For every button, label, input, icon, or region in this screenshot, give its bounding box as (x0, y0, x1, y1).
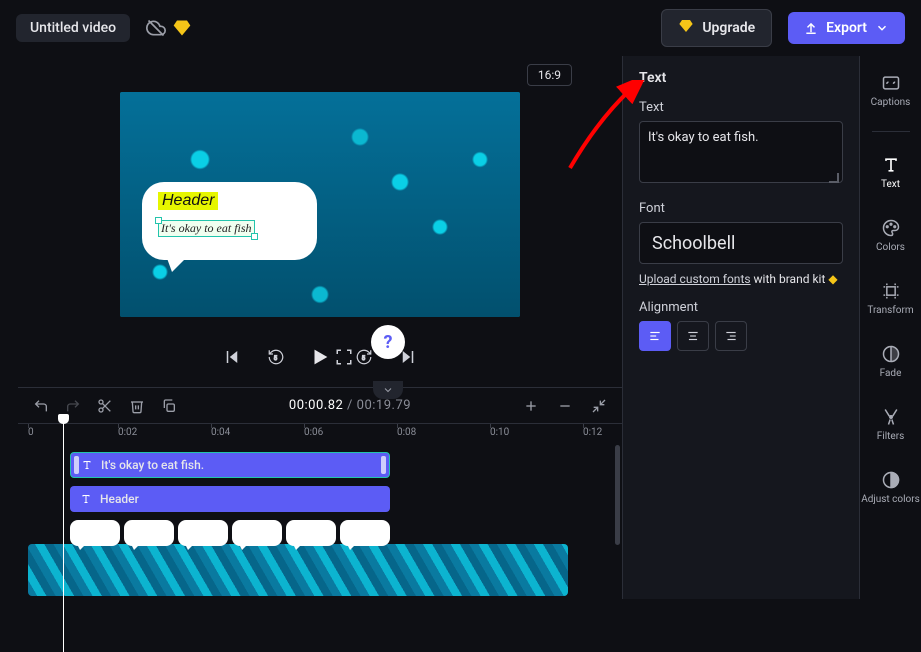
scrollbar[interactable] (615, 445, 620, 545)
contrast-icon (881, 470, 901, 490)
clip-handle-left[interactable] (74, 456, 79, 474)
sidebar-item-colors[interactable]: Colors (860, 213, 921, 258)
play-button[interactable] (309, 346, 331, 368)
cloud-off-icon (146, 18, 166, 38)
diamond-icon: ◆ (828, 272, 837, 286)
clip-label: Header (100, 492, 139, 506)
playback-controls: 5 5 ? (221, 337, 419, 377)
redo-button[interactable] (64, 397, 82, 415)
align-right-button[interactable] (715, 321, 747, 351)
speech-bubble-clip[interactable] (70, 520, 390, 546)
selected-text-element[interactable]: It's okay to eat fish (158, 220, 255, 237)
text-icon (80, 493, 92, 505)
diamond-icon (678, 18, 694, 38)
zoom-fit-button[interactable] (590, 397, 608, 415)
project-title[interactable]: Untitled video (16, 14, 130, 42)
sidebar-item-transform[interactable]: Transform (860, 276, 921, 321)
upload-fonts-note: Upload custom fonts with brand kit ◆ (639, 272, 843, 286)
text-clip-header[interactable]: Header (70, 486, 390, 512)
collapse-chevron-button[interactable] (373, 381, 403, 399)
bubble-thumb (232, 520, 282, 546)
timeline-ruler[interactable]: 0 0:02 0:04 0:06 0:08 0:10 0:12 (18, 423, 622, 445)
svg-text:5: 5 (362, 355, 366, 362)
duplicate-button[interactable] (160, 397, 178, 415)
captions-icon (881, 73, 901, 93)
clip-handle-right[interactable] (381, 456, 386, 474)
delete-button[interactable] (128, 397, 146, 415)
top-bar: Untitled video Upgrade Export (0, 0, 921, 56)
chevron-down-icon (382, 384, 394, 396)
upload-icon (804, 21, 818, 35)
alignment-label: Alignment (639, 300, 843, 315)
timeline-toolbar: 00:00.82 / 00:19.79 (18, 387, 622, 423)
sidebar-item-adjust-colors[interactable]: Adjust colors (860, 465, 921, 510)
video-canvas[interactable]: Header It's okay to eat fish (120, 92, 520, 317)
split-button[interactable] (96, 397, 114, 415)
speech-bubble-element[interactable]: Header It's okay to eat fish (142, 182, 317, 262)
bubble-thumb (124, 520, 174, 546)
bubble-thumb (178, 520, 228, 546)
text-icon (881, 155, 901, 175)
export-label: Export (826, 20, 867, 36)
font-field-label: Font (639, 201, 843, 216)
right-sidebar: Captions Text Colors Transform Fade Filt… (859, 56, 921, 599)
playhead[interactable] (63, 422, 64, 652)
align-center-button[interactable] (677, 321, 709, 351)
chevron-down-icon (875, 21, 889, 35)
properties-panel: Text Text Font Schoolbell Upload custom … (622, 56, 859, 599)
bubble-thumb (340, 520, 390, 546)
text-field-label: Text (639, 100, 843, 115)
clip-label: It's okay to eat fish. (101, 458, 204, 472)
text-clip-selected[interactable]: It's okay to eat fish. (70, 452, 390, 478)
help-button[interactable]: ? (371, 325, 405, 359)
bubble-thumb (70, 520, 120, 546)
sidebar-item-fade[interactable]: Fade (860, 339, 921, 384)
upgrade-label: Upgrade (702, 20, 755, 36)
zoom-out-button[interactable] (556, 397, 574, 415)
align-left-button[interactable] (639, 321, 671, 351)
diamond-icon (172, 18, 192, 38)
sync-status[interactable] (146, 18, 192, 38)
sidebar-item-filters[interactable]: Filters (860, 402, 921, 447)
sidebar-item-text[interactable]: Text (860, 150, 921, 195)
skip-start-button[interactable] (221, 346, 243, 368)
panel-title: Text (639, 70, 843, 86)
fade-icon (881, 344, 901, 364)
upload-fonts-link[interactable]: Upload custom fonts (639, 272, 751, 286)
palette-icon (881, 218, 901, 238)
transform-icon (881, 281, 901, 301)
filters-icon (881, 407, 901, 427)
timeline-tracks: It's okay to eat fish. Header (18, 445, 622, 587)
font-selector[interactable]: Schoolbell (639, 222, 843, 264)
sidebar-item-captions[interactable]: Captions (860, 68, 921, 113)
font-value: Schoolbell (652, 233, 735, 254)
undo-button[interactable] (32, 397, 50, 415)
aspect-ratio-button[interactable]: 16:9 (527, 64, 572, 86)
time-display: 00:00.82 / 00:19.79 (192, 398, 508, 413)
video-clip[interactable] (28, 544, 568, 596)
rewind-5-button[interactable]: 5 (265, 346, 287, 368)
text-input[interactable] (639, 121, 843, 183)
chevron-down-icon (816, 236, 830, 250)
bubble-thumb (286, 520, 336, 546)
upgrade-button[interactable]: Upgrade (661, 9, 772, 47)
text-icon (81, 459, 93, 471)
preview-area: 16:9 Header It's okay to eat fish 5 5 ? (18, 56, 622, 377)
header-text[interactable]: Header (158, 192, 218, 210)
fullscreen-button[interactable] (333, 346, 355, 368)
export-button[interactable]: Export (788, 12, 905, 44)
zoom-in-button[interactable] (522, 397, 540, 415)
svg-text:5: 5 (274, 355, 278, 362)
